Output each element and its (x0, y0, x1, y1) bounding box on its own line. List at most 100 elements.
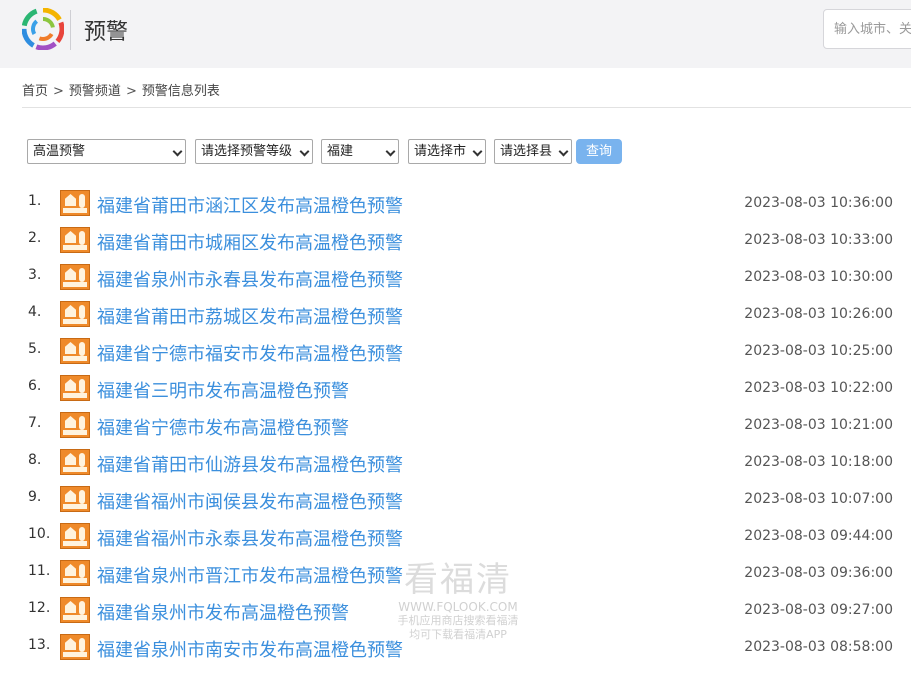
heat-warning-icon (60, 486, 90, 512)
house-icon (65, 527, 76, 539)
thermometer-icon (79, 342, 85, 356)
warning-strip (63, 578, 87, 583)
list-item-number: 11. (28, 563, 51, 579)
warning-strip (63, 356, 87, 361)
heat-warning-icon (60, 190, 90, 216)
list-item: 13. 福建省泉州市南安市发布高温橙色预警 2023-08-03 08:58:00 (0, 632, 911, 669)
thermometer-icon (79, 564, 85, 578)
warning-title-link[interactable]: 福建省三明市发布高温橙色预警 (97, 377, 349, 403)
warning-time: 2023-08-03 09:44:00 (744, 528, 893, 544)
query-button[interactable]: 查询 (576, 139, 622, 164)
warning-title-link[interactable]: 福建省宁德市发布高温橙色预警 (97, 414, 349, 440)
warning-time: 2023-08-03 09:27:00 (744, 602, 893, 618)
warning-type-select[interactable]: 高温预警 (27, 139, 186, 164)
warning-time: 2023-08-03 08:58:00 (744, 639, 893, 655)
breadcrumb-separator: > (125, 84, 137, 99)
chevron-down-icon (558, 146, 569, 157)
heat-warning-icon (60, 634, 90, 660)
thermometer-icon (79, 305, 85, 319)
warning-strip (63, 430, 87, 435)
list-item-number: 4. (28, 304, 42, 320)
house-icon (65, 379, 76, 391)
page-title: 预警 (84, 20, 129, 45)
list-item: 2. 福建省莆田市城厢区发布高温橙色预警 2023-08-03 10:33:00 (0, 225, 911, 262)
warning-title-link[interactable]: 福建省福州市永泰县发布高温橙色预警 (97, 525, 403, 551)
province-value: 福建 (327, 144, 354, 159)
warning-strip (63, 467, 87, 472)
warning-title-link[interactable]: 福建省泉州市晋江市发布高温橙色预警 (97, 562, 403, 588)
list-item-number: 1. (28, 193, 42, 209)
heat-warning-icon (60, 301, 90, 327)
warning-strip (63, 208, 87, 213)
warning-title-link[interactable]: 福建省莆田市城厢区发布高温橙色预警 (97, 229, 403, 255)
chevron-down-icon (385, 146, 396, 157)
list-item: 6. 福建省三明市发布高温橙色预警 2023-08-03 10:22:00 (0, 373, 911, 410)
house-icon (65, 638, 76, 650)
list-item-number: 6. (28, 378, 42, 394)
warning-type-value: 高温预警 (33, 144, 86, 159)
breadcrumb-warning-channel[interactable]: 预警频道 (69, 84, 121, 99)
warning-time: 2023-08-03 09:36:00 (744, 565, 893, 581)
warning-time: 2023-08-03 10:26:00 (744, 306, 893, 322)
list-item-number: 10. (28, 526, 51, 542)
warning-title-link[interactable]: 福建省莆田市仙游县发布高温橙色预警 (97, 451, 403, 477)
warning-time: 2023-08-03 10:21:00 (744, 417, 893, 433)
heat-warning-icon (60, 264, 90, 290)
heat-warning-icon (60, 449, 90, 475)
list-item-number: 9. (28, 489, 42, 505)
warning-strip (63, 615, 87, 620)
warning-strip (63, 282, 87, 287)
warning-title-link[interactable]: 福建省宁德市福安市发布高温橙色预警 (97, 340, 403, 366)
house-icon (65, 342, 76, 354)
house-icon (65, 305, 76, 317)
list-item: 1. 福建省莆田市涵江区发布高温橙色预警 2023-08-03 10:36:00 (0, 188, 911, 225)
search-box[interactable] (823, 9, 911, 49)
chevron-down-icon (299, 146, 310, 157)
thermometer-icon (79, 490, 85, 504)
province-select[interactable]: 福建 (321, 139, 399, 164)
house-icon (65, 268, 76, 280)
list-item-number: 2. (28, 230, 42, 246)
breadcrumb-divider (22, 107, 911, 108)
list-item-number: 3. (28, 267, 42, 283)
warning-strip (63, 245, 87, 250)
breadcrumb-current: 预警信息列表 (141, 84, 220, 99)
warning-title-link[interactable]: 福建省福州市闽侯县发布高温橙色预警 (97, 488, 403, 514)
logo-divider (70, 10, 71, 50)
house-icon (65, 194, 76, 206)
warning-strip (63, 652, 87, 657)
house-icon (65, 564, 76, 576)
house-icon (65, 453, 76, 465)
search-input[interactable] (834, 10, 911, 48)
list-item: 4. 福建省莆田市荔城区发布高温橙色预警 2023-08-03 10:26:00 (0, 299, 911, 336)
list-item: 5. 福建省宁德市福安市发布高温橙色预警 2023-08-03 10:25:00 (0, 336, 911, 373)
list-item: 12. 福建省泉州市发布高温橙色预警 2023-08-03 09:27:00 (0, 595, 911, 632)
list-item: 8. 福建省莆田市仙游县发布高温橙色预警 2023-08-03 10:18:00 (0, 447, 911, 484)
warning-title-link[interactable]: 福建省泉州市永春县发布高温橙色预警 (97, 266, 403, 292)
house-icon (65, 490, 76, 502)
county-select[interactable]: 请选择县 (494, 139, 572, 164)
logo-icon[interactable] (22, 8, 64, 50)
warning-title-link[interactable]: 福建省莆田市荔城区发布高温橙色预警 (97, 303, 403, 329)
warning-time: 2023-08-03 10:36:00 (744, 195, 893, 211)
warning-title-link[interactable]: 福建省泉州市南安市发布高温橙色预警 (97, 636, 403, 662)
thermometer-icon (79, 268, 85, 282)
warning-time: 2023-08-03 10:18:00 (744, 454, 893, 470)
warning-title-link[interactable]: 福建省泉州市发布高温橙色预警 (97, 599, 349, 625)
city-value: 请选择市 (414, 144, 467, 159)
warning-time: 2023-08-03 10:22:00 (744, 380, 893, 396)
list-item-number: 8. (28, 452, 42, 468)
heat-warning-icon (60, 375, 90, 401)
county-value: 请选择县 (500, 144, 553, 159)
thermometer-icon (79, 194, 85, 208)
list-item: 10. 福建省福州市永泰县发布高温橙色预警 2023-08-03 09:44:00 (0, 521, 911, 558)
list-item: 7. 福建省宁德市发布高温橙色预警 2023-08-03 10:21:00 (0, 410, 911, 447)
thermometer-icon (79, 416, 85, 430)
warning-level-select[interactable]: 请选择预警等级 (195, 139, 313, 164)
heat-warning-icon (60, 523, 90, 549)
breadcrumb-home[interactable]: 首页 (22, 84, 48, 99)
city-select[interactable]: 请选择市 (408, 139, 486, 164)
list-item-number: 13. (28, 637, 51, 653)
house-icon (65, 231, 76, 243)
warning-title-link[interactable]: 福建省莆田市涵江区发布高温橙色预警 (97, 192, 403, 218)
